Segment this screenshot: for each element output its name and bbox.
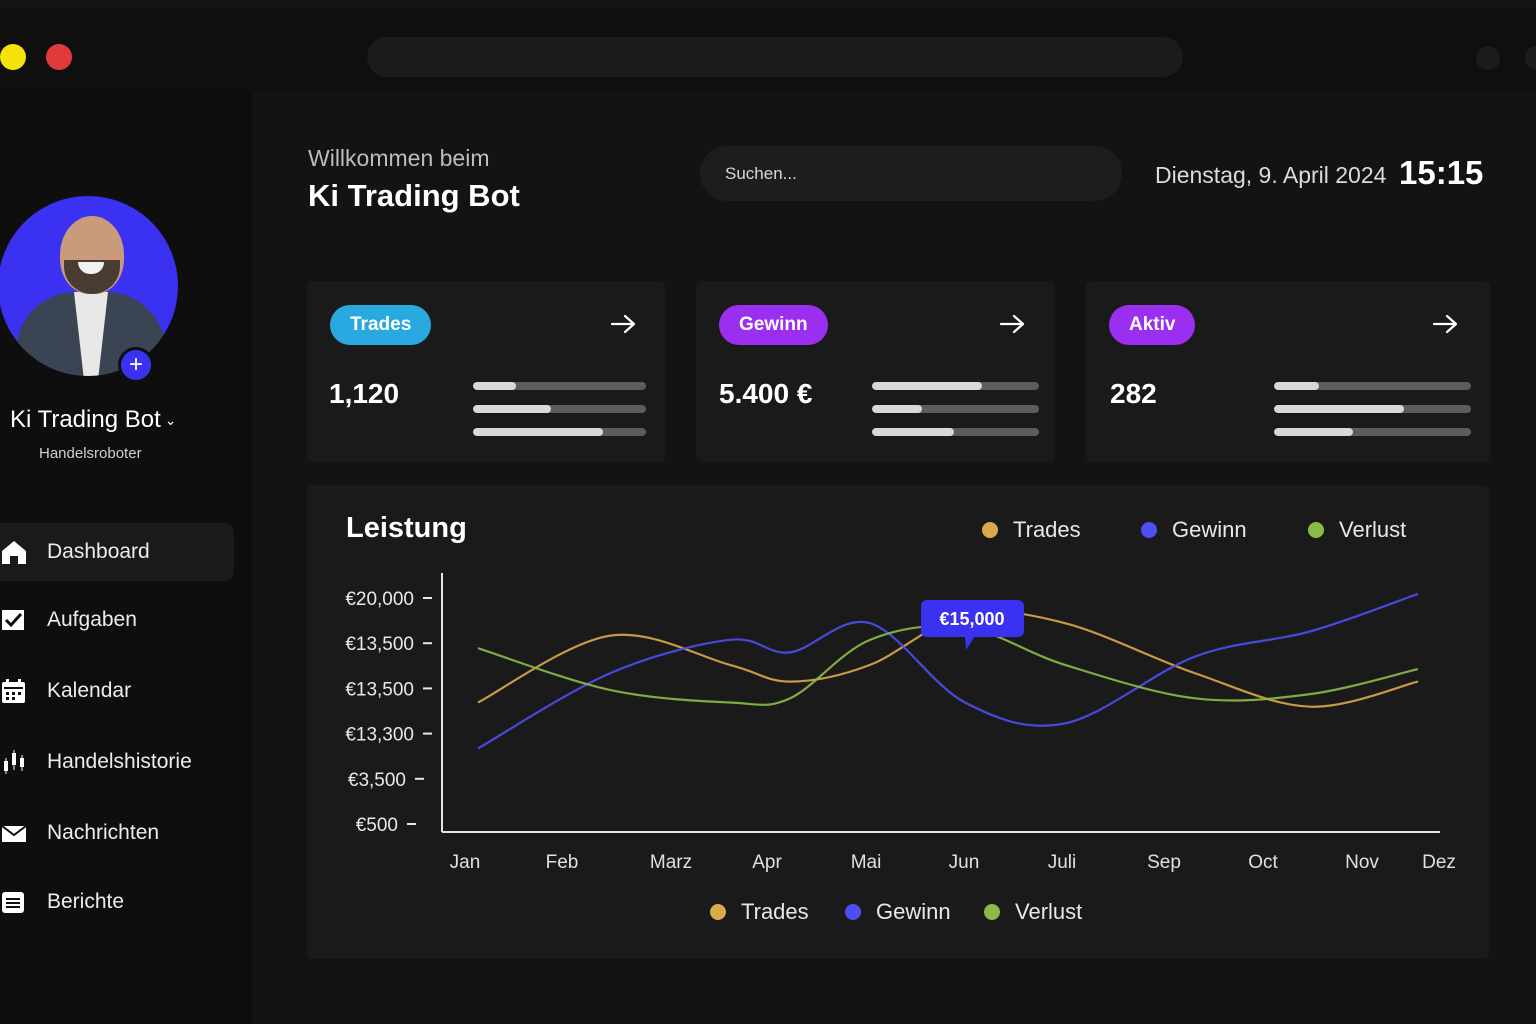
- y-tick-label: €13,300: [345, 725, 414, 746]
- tooltip-label: €15,000: [939, 609, 1004, 629]
- x-tick-label: Mai: [851, 852, 882, 873]
- x-tick-label: Nov: [1345, 852, 1379, 873]
- performance-line-chart: €20,000 €13,500 €13,500 €13,300 €3,500 €500 Ja…: [345, 573, 1456, 873]
- x-tick-label: Apr: [752, 852, 782, 873]
- x-tick-label: Marz: [650, 852, 692, 873]
- y-tick-label: €13,500: [345, 634, 414, 655]
- x-tick-label: Jan: [450, 852, 481, 873]
- y-tick-label: €500: [356, 815, 398, 836]
- tooltip-pointer: [965, 636, 975, 650]
- y-tick-label: €3,500: [348, 770, 406, 791]
- x-tick-label: Sep: [1147, 852, 1181, 873]
- x-tick-label: Dez: [1422, 852, 1456, 873]
- x-tick-label: Jun: [949, 852, 980, 873]
- x-tick-label: Feb: [546, 852, 579, 873]
- y-tick-label: €20,000: [345, 589, 414, 610]
- y-tick-label: €13,500: [345, 679, 414, 700]
- x-tick-label: Juli: [1048, 852, 1077, 873]
- x-tick-label: Oct: [1248, 852, 1278, 873]
